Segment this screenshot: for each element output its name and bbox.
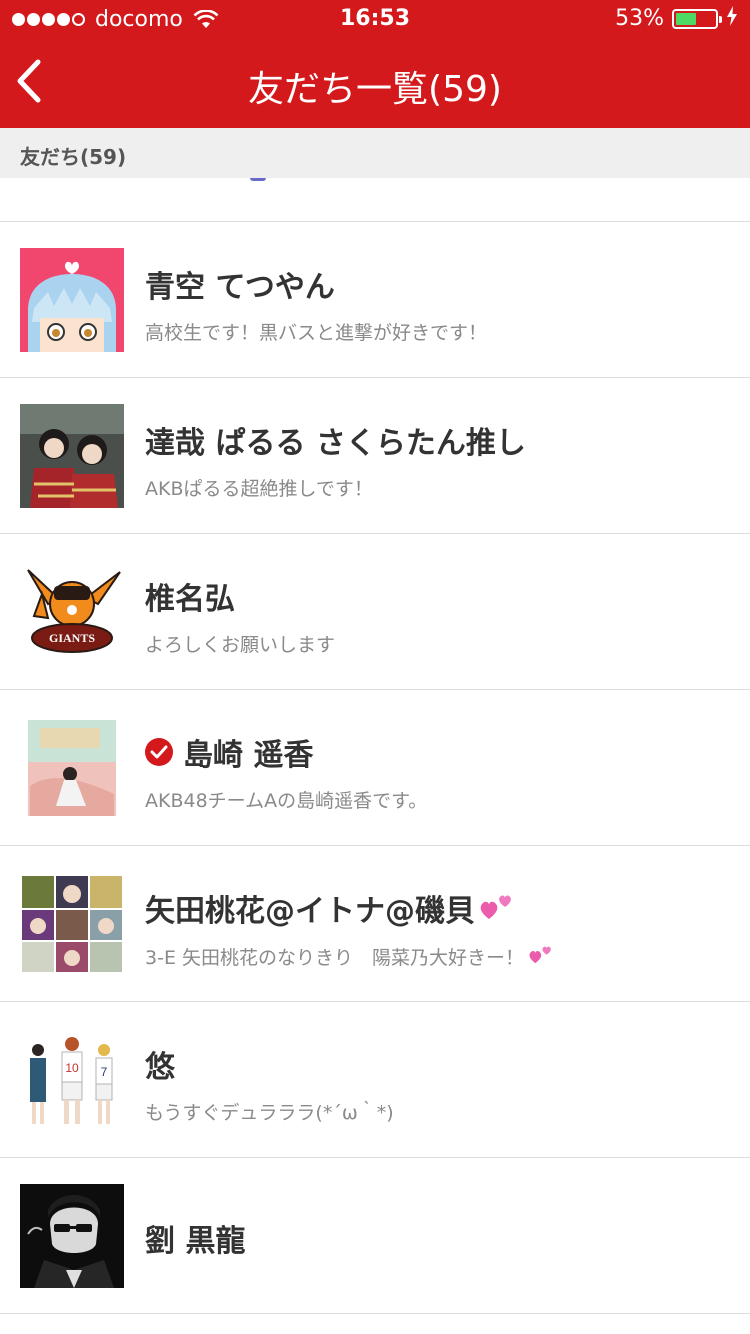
section-header: 友だち(59) — [0, 128, 750, 178]
list-item-partial[interactable] — [0, 178, 750, 222]
photo-avatar — [20, 404, 124, 508]
anime-boy-avatar — [20, 248, 124, 352]
sunglasses-man-avatar — [20, 1184, 124, 1288]
anime-collage-avatar — [20, 872, 124, 976]
status-bar: docomo 16:53 53% — [0, 0, 750, 40]
friend-name: 島崎 遥香 — [183, 738, 314, 773]
back-button[interactable] — [12, 56, 52, 106]
page-title: 友だち一覧(59) — [248, 69, 502, 110]
svg-text:7: 7 — [101, 1065, 108, 1079]
giants-mascot-avatar: GIANTS — [20, 560, 124, 664]
friend-row[interactable]: 劉 黒龍 — [0, 1158, 750, 1314]
friend-name: 悠 — [145, 1050, 175, 1085]
navigation-bar: 友だち一覧(59) — [0, 40, 750, 128]
friend-status-message: AKB48チームAの島崎遥香です。 — [145, 786, 427, 813]
chevron-left-icon — [17, 59, 41, 103]
friend-row[interactable]: 10 7 悠 もうすぐデュラララ(*´ω｀*) — [0, 1002, 750, 1158]
friend-status-message: よろしくお願いします — [145, 630, 335, 657]
status-text: AKBぱるる超絶推しです！ — [145, 478, 373, 500]
verified-check-icon — [145, 738, 173, 766]
friend-status-message: 3-E 矢田桃花のなりきり 陽菜乃大好きー！ — [145, 942, 554, 971]
friend-name: 劉 黒龍 — [145, 1224, 246, 1259]
battery-percent: 53% — [615, 6, 664, 31]
friend-row[interactable]: 矢田桃花@イトナ@磯貝 3-E 矢田桃花のなりきり 陽菜乃大好きー！ — [0, 846, 750, 1002]
app-header: docomo 16:53 53% 友だち一覧(59) — [0, 0, 750, 128]
friend-name: 青空 てつやん — [145, 270, 335, 305]
battery-icon — [672, 8, 722, 29]
friend-name: 矢田桃花@イトナ@磯貝 — [145, 894, 475, 929]
friend-name: 椎名弘 — [145, 582, 235, 617]
hearts-icon — [528, 942, 554, 971]
status-text: よろしくお願いします — [145, 634, 336, 656]
status-text: AKB48チームAの島崎遥香です。 — [145, 790, 428, 812]
status-text: 3-E 矢田桃花のなりきり 陽菜乃大好きー！ — [145, 947, 524, 969]
friend-status-message: 高校生です！黒バスと進撃が好きです！ — [145, 318, 487, 345]
charging-icon — [726, 6, 738, 31]
section-title: 友だち(59) — [20, 145, 127, 169]
friend-name: 達哉 ぱるる さくらたん推し — [145, 426, 526, 461]
friend-row[interactable]: 達哉 ぱるる さくらたん推し AKBぱるる超絶推しです！ — [0, 378, 750, 534]
hearts-icon — [479, 889, 515, 927]
friend-row[interactable]: 青空 てつやん 高校生です！黒バスと進撃が好きです！ — [0, 222, 750, 378]
basketball-players-avatar: 10 7 — [20, 1028, 124, 1132]
status-text: 高校生です！黒バスと進撃が好きです！ — [145, 322, 488, 344]
friend-row[interactable]: 島崎 遥香 AKB48チームAの島崎遥香です。 — [0, 690, 750, 846]
friend-row[interactable]: GIANTS 椎名弘 よろしくお願いします — [0, 534, 750, 690]
photo-avatar — [20, 716, 124, 820]
svg-text:GIANTS: GIANTS — [49, 631, 95, 645]
friend-list: 青空 てつやん 高校生です！黒バスと進撃が好きです！ 達哉 ぱるる さくらたん推… — [0, 222, 750, 1314]
friend-status-message: もうすぐデュラララ(*´ω｀*) — [145, 1098, 394, 1125]
status-text: もうすぐデュラララ(*´ω｀*) — [145, 1102, 394, 1124]
svg-text:10: 10 — [65, 1061, 79, 1075]
partial-avatar-edge — [250, 178, 266, 181]
friend-status-message: AKBぱるる超絶推しです！ — [145, 474, 373, 501]
